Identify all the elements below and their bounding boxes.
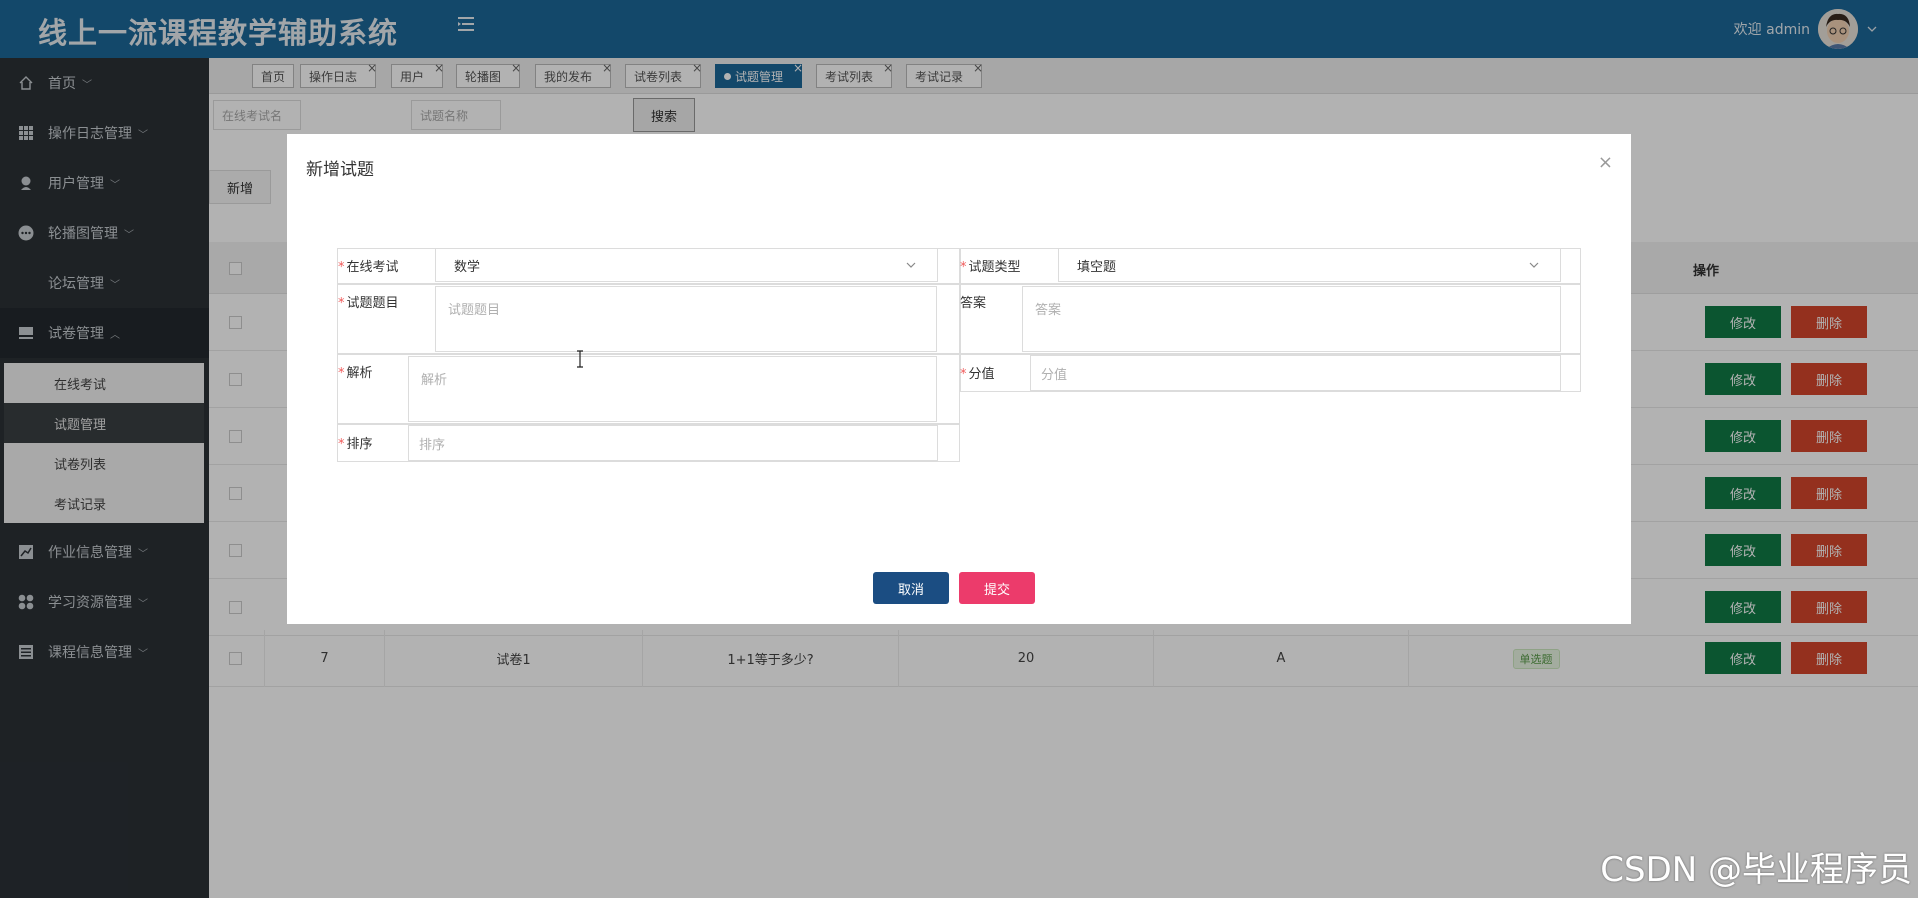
dialog-title: 新增试题 — [306, 160, 374, 180]
add-question-dialog: 新增试题 × * 在线考试 数学 * 试题类型 填空题 * 试题题目 试题题目 答案 … — [287, 134, 1631, 624]
close-icon[interactable]: × — [1598, 152, 1613, 173]
exam-label: * 在线考试 — [338, 260, 399, 275]
question-type-select[interactable]: 填空题 — [1058, 248, 1561, 282]
answer-textarea[interactable]: 答案 — [1022, 286, 1561, 352]
question-textarea[interactable]: 试题题目 — [435, 286, 937, 352]
question-label: * 试题题目 — [338, 296, 399, 311]
exam-select[interactable]: 数学 — [435, 248, 938, 282]
cancel-button[interactable]: 取消 — [873, 572, 949, 604]
sort-input[interactable]: 排序 — [408, 425, 938, 461]
analysis-textarea[interactable]: 解析 — [408, 356, 937, 422]
analysis-label: * 解析 — [338, 366, 373, 381]
text-cursor-icon — [577, 350, 583, 368]
sort-label: * 排序 — [338, 437, 373, 452]
exam-select-value: 数学 — [454, 259, 481, 275]
chevron-down-icon — [1529, 262, 1539, 268]
score-label: * 分值 — [960, 367, 995, 382]
answer-label: 答案 — [960, 296, 987, 311]
chevron-down-icon — [906, 262, 916, 268]
score-input[interactable]: 分值 — [1030, 355, 1561, 391]
type-select-value: 填空题 — [1077, 259, 1117, 275]
submit-button[interactable]: 提交 — [959, 572, 1035, 604]
type-label: * 试题类型 — [960, 260, 1021, 275]
watermark: CSDN @毕业程序员 — [1600, 850, 1912, 890]
